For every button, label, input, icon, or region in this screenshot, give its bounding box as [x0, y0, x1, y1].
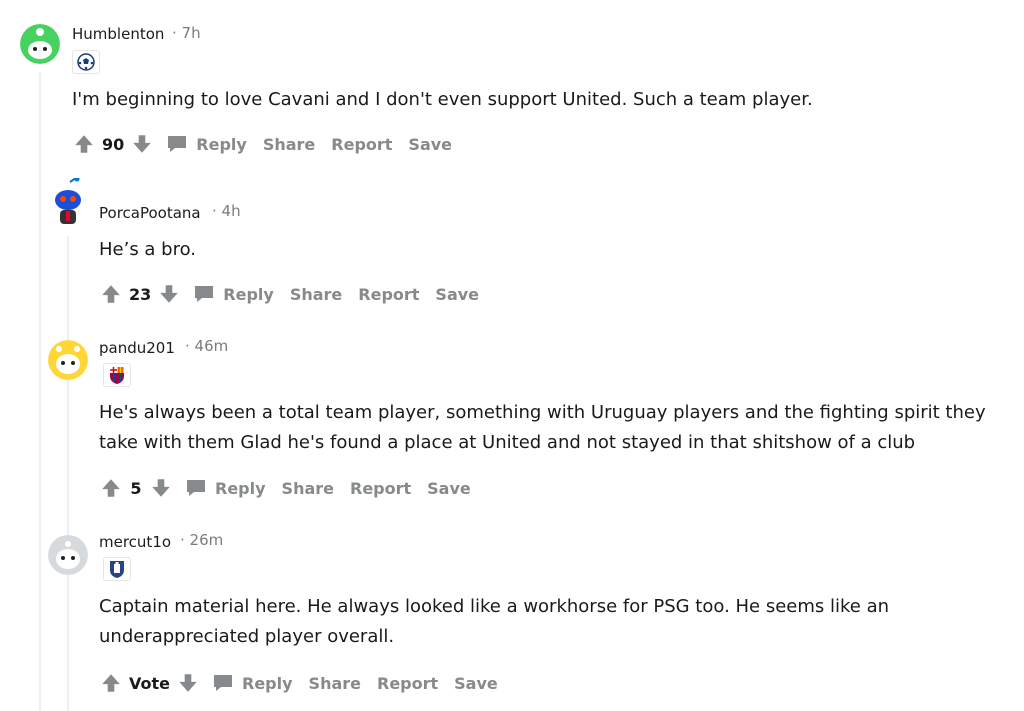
thread-line-reply[interactable] — [67, 236, 69, 711]
reply-button[interactable]: Reply — [212, 673, 293, 693]
username[interactable]: pandu201 — [99, 339, 175, 357]
comment-bubble-icon — [187, 480, 205, 496]
snoo-avatar-icon — [48, 340, 88, 380]
comment-body: I'm beginning to love Cavani and I don't… — [72, 89, 813, 110]
user-flair — [103, 557, 131, 581]
soccer-ball-icon — [77, 53, 95, 71]
user-avatar[interactable] — [20, 24, 60, 64]
upvote-icon[interactable] — [99, 282, 123, 306]
comment-body: Captain material here. He always looked … — [99, 592, 1019, 652]
reply-label: Reply — [242, 673, 293, 693]
user-avatar[interactable] — [48, 178, 88, 228]
share-button[interactable]: Share — [309, 674, 361, 693]
vote-score: 5 — [130, 478, 142, 498]
vote-score: 90 — [102, 134, 125, 154]
user-flair — [72, 50, 100, 74]
downvote-icon[interactable] — [149, 476, 173, 500]
downvote-icon[interactable] — [130, 132, 154, 156]
share-button[interactable]: Share — [282, 479, 334, 498]
upvote-icon[interactable] — [99, 671, 123, 695]
reply-button[interactable]: Reply — [185, 478, 266, 498]
reply-label: Reply — [196, 134, 247, 154]
timestamp[interactable]: · 4h — [212, 202, 241, 220]
report-button[interactable]: Report — [350, 479, 411, 498]
comment-body-line: He's always been a total team player, so… — [99, 402, 986, 423]
report-button[interactable]: Report — [377, 674, 438, 693]
comment-body: He’s a bro. — [99, 239, 197, 260]
reply-button[interactable]: Reply — [193, 284, 274, 304]
comment-body-line: take with them Glad he's found a place a… — [99, 432, 916, 453]
comment-actions: 90 Reply Share Report Save — [72, 132, 452, 156]
vote-label: Vote — [129, 673, 170, 693]
timestamp[interactable]: · 26m — [180, 531, 223, 549]
comment-actions: 23 Reply Share Report Save — [99, 282, 479, 306]
save-button[interactable]: Save — [435, 285, 479, 304]
comment-actions: 5 Reply Share Report Save — [99, 476, 471, 500]
snoo-avatar-icon — [20, 24, 60, 64]
barcelona-crest-icon — [110, 367, 124, 384]
comment-body-line: underappreciated player overall. — [99, 626, 395, 647]
user-avatar[interactable] — [48, 535, 88, 575]
username[interactable]: Humblenton — [72, 25, 164, 43]
snoo-avatar-icon — [55, 178, 81, 224]
upvote-icon[interactable] — [72, 132, 96, 156]
comment-actions: Vote Reply Share Report Save — [99, 671, 498, 695]
timestamp[interactable]: · 7h — [172, 24, 201, 42]
thread-line-root[interactable] — [39, 72, 41, 711]
report-button[interactable]: Report — [358, 285, 419, 304]
username[interactable]: PorcaPootana — [99, 204, 201, 222]
share-button[interactable]: Share — [290, 285, 342, 304]
comment-bubble-icon — [214, 675, 232, 691]
save-button[interactable]: Save — [454, 674, 498, 693]
save-button[interactable]: Save — [427, 479, 471, 498]
reply-label: Reply — [215, 478, 266, 498]
reply-button[interactable]: Reply — [166, 134, 247, 154]
downvote-icon[interactable] — [157, 282, 181, 306]
user-avatar[interactable] — [48, 340, 88, 380]
user-flair — [103, 363, 131, 387]
snoo-avatar-icon — [48, 535, 88, 575]
comment-body: He's always been a total team player, so… — [99, 398, 1019, 458]
downvote-icon[interactable] — [176, 671, 200, 695]
username[interactable]: mercut1o — [99, 533, 171, 551]
upvote-icon[interactable] — [99, 476, 123, 500]
report-button[interactable]: Report — [331, 135, 392, 154]
reply-label: Reply — [223, 284, 274, 304]
comment-bubble-icon — [168, 136, 187, 152]
save-button[interactable]: Save — [408, 135, 452, 154]
vote-score: 23 — [129, 284, 152, 304]
share-button[interactable]: Share — [263, 135, 315, 154]
comment-bubble-icon — [195, 286, 214, 302]
comment-body-line: Captain material here. He always looked … — [99, 596, 890, 617]
timestamp[interactable]: · 46m — [185, 337, 228, 355]
everton-crest-icon — [110, 561, 124, 578]
